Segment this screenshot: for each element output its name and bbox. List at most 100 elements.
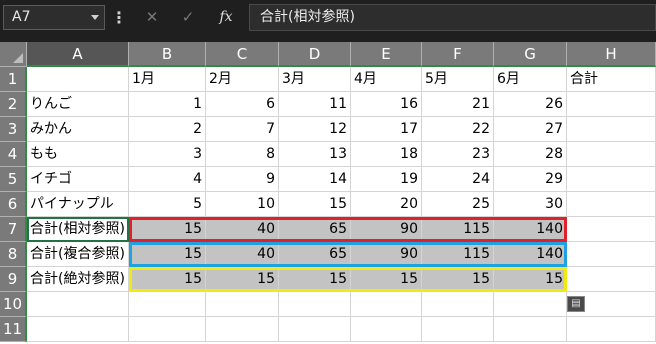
more-options-icon[interactable]: ⋮ <box>110 5 128 30</box>
row-header-5[interactable]: 5 <box>0 167 27 192</box>
cell-c5[interactable]: 9 <box>206 167 279 192</box>
row-header-10[interactable]: 10 <box>0 292 27 317</box>
cell-f5[interactable]: 24 <box>422 167 494 192</box>
cell-e4[interactable]: 18 <box>351 142 422 167</box>
cell-e9[interactable]: 15 <box>351 267 422 292</box>
cell-h4[interactable] <box>567 142 656 167</box>
cell-d7[interactable]: 65 <box>279 217 351 242</box>
cell-a2[interactable]: りんご <box>27 92 129 117</box>
cell-b4[interactable]: 3 <box>129 142 206 167</box>
column-header-g[interactable]: G <box>494 42 567 67</box>
cell-h3[interactable] <box>567 117 656 142</box>
cell-c7[interactable]: 40 <box>206 217 279 242</box>
cell-b10[interactable] <box>129 292 206 317</box>
cell-f3[interactable]: 22 <box>422 117 494 142</box>
cell-c1[interactable]: 2月 <box>206 67 279 92</box>
cell-a11[interactable] <box>27 317 129 342</box>
cell-d11[interactable] <box>279 317 351 342</box>
cell-b7[interactable]: 15 <box>129 217 206 242</box>
cell-d3[interactable]: 12 <box>279 117 351 142</box>
cell-f10[interactable] <box>422 292 494 317</box>
cell-h2[interactable] <box>567 92 656 117</box>
cell-a8[interactable]: 合計(複合参照) <box>27 242 129 267</box>
cell-h9[interactable] <box>567 267 656 292</box>
cell-g9[interactable]: 15 <box>494 267 567 292</box>
cell-c8[interactable]: 40 <box>206 242 279 267</box>
cell-g10[interactable] <box>494 292 567 317</box>
row-header-9[interactable]: 9 <box>0 267 27 292</box>
cell-e7[interactable]: 90 <box>351 217 422 242</box>
cell-a6[interactable]: パイナップル <box>27 192 129 217</box>
formula-input[interactable]: 合計(相対参照) <box>249 4 656 31</box>
column-header-f[interactable]: F <box>422 42 494 67</box>
select-all-button[interactable] <box>0 42 27 67</box>
row-header-2[interactable]: 2 <box>0 92 27 117</box>
column-header-d[interactable]: D <box>279 42 351 67</box>
cell-b9[interactable]: 15 <box>129 267 206 292</box>
cell-f6[interactable]: 25 <box>422 192 494 217</box>
cell-h8[interactable] <box>567 242 656 267</box>
cell-a9[interactable]: 合計(絶対参照) <box>27 267 129 292</box>
cell-a3[interactable]: みかん <box>27 117 129 142</box>
cell-g7[interactable]: 140 <box>494 217 567 242</box>
cell-g3[interactable]: 27 <box>494 117 567 142</box>
column-header-b[interactable]: B <box>129 42 206 67</box>
check-icon[interactable]: ✓ <box>176 5 200 30</box>
row-header-11[interactable]: 11 <box>0 317 27 342</box>
cell-e1[interactable]: 4月 <box>351 67 422 92</box>
cell-c10[interactable] <box>206 292 279 317</box>
cell-f2[interactable]: 21 <box>422 92 494 117</box>
cell-e3[interactable]: 17 <box>351 117 422 142</box>
row-header-7[interactable]: 7 <box>0 217 27 242</box>
cell-f4[interactable]: 23 <box>422 142 494 167</box>
cell-d6[interactable]: 15 <box>279 192 351 217</box>
cell-f8[interactable]: 115 <box>422 242 494 267</box>
cell-g5[interactable]: 29 <box>494 167 567 192</box>
row-header-6[interactable]: 6 <box>0 192 27 217</box>
row-header-8[interactable]: 8 <box>0 242 27 267</box>
cell-b2[interactable]: 1 <box>129 92 206 117</box>
cell-c2[interactable]: 6 <box>206 92 279 117</box>
cell-d9[interactable]: 15 <box>279 267 351 292</box>
chevron-down-icon[interactable] <box>91 15 99 20</box>
cell-a7[interactable]: 合計(相対参照) <box>27 217 129 242</box>
cell-h7[interactable] <box>567 217 656 242</box>
cell-g8[interactable]: 140 <box>494 242 567 267</box>
row-header-3[interactable]: 3 <box>0 117 27 142</box>
cell-b6[interactable]: 5 <box>129 192 206 217</box>
cell-h11[interactable] <box>567 317 656 342</box>
cell-g4[interactable]: 28 <box>494 142 567 167</box>
cell-d8[interactable]: 65 <box>279 242 351 267</box>
column-header-e[interactable]: E <box>351 42 422 67</box>
row-header-1[interactable]: 1 <box>0 67 27 92</box>
cell-f11[interactable] <box>422 317 494 342</box>
cell-g2[interactable]: 26 <box>494 92 567 117</box>
cell-d4[interactable]: 13 <box>279 142 351 167</box>
column-header-c[interactable]: C <box>206 42 279 67</box>
insert-function-icon[interactable]: fx <box>212 5 240 30</box>
cell-e11[interactable] <box>351 317 422 342</box>
cell-d1[interactable]: 3月 <box>279 67 351 92</box>
cell-f7[interactable]: 115 <box>422 217 494 242</box>
cell-a5[interactable]: イチゴ <box>27 167 129 192</box>
cell-g11[interactable] <box>494 317 567 342</box>
cell-e10[interactable] <box>351 292 422 317</box>
cell-a4[interactable]: もも <box>27 142 129 167</box>
cancel-icon[interactable]: ✕ <box>140 5 164 30</box>
cell-c9[interactable]: 15 <box>206 267 279 292</box>
cell-e5[interactable]: 19 <box>351 167 422 192</box>
cell-b8[interactable]: 15 <box>129 242 206 267</box>
cell-e6[interactable]: 20 <box>351 192 422 217</box>
cell-g6[interactable]: 30 <box>494 192 567 217</box>
cell-c11[interactable] <box>206 317 279 342</box>
cell-b3[interactable]: 2 <box>129 117 206 142</box>
cell-f9[interactable]: 15 <box>422 267 494 292</box>
cell-g1[interactable]: 6月 <box>494 67 567 92</box>
cell-c3[interactable]: 7 <box>206 117 279 142</box>
column-header-a[interactable]: A <box>27 42 129 67</box>
cell-c6[interactable]: 10 <box>206 192 279 217</box>
name-box[interactable]: A7 <box>3 5 105 30</box>
cell-b1[interactable]: 1月 <box>129 67 206 92</box>
cell-c4[interactable]: 8 <box>206 142 279 167</box>
row-header-4[interactable]: 4 <box>0 142 27 167</box>
